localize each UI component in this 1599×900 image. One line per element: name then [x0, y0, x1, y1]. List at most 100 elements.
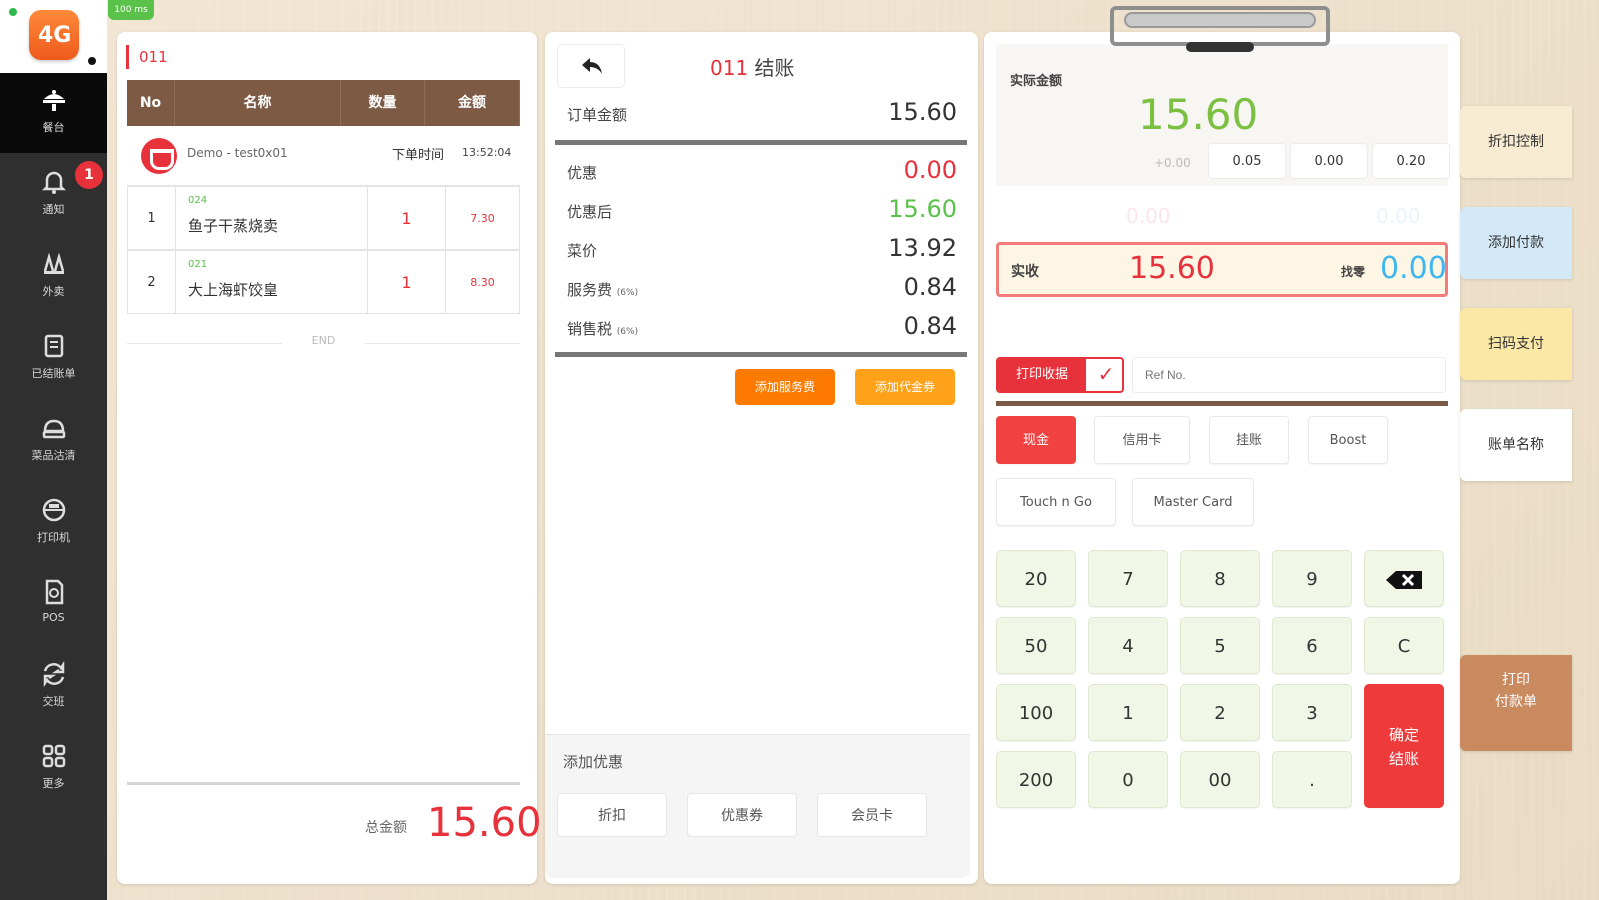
summary-label: 服务费 (6%)	[567, 279, 638, 300]
row-name-cell: 021 大上海虾饺皇	[176, 251, 368, 313]
summary-divider	[555, 140, 967, 145]
keypad-preset-20[interactable]: 20	[996, 550, 1076, 607]
payment-method-touch-n-go[interactable]: Touch n Go	[996, 478, 1116, 526]
summary-value: 0.00	[903, 156, 957, 184]
discount-percent-button[interactable]: 折扣	[557, 793, 667, 837]
faded-tender-row: 0.00 0.00	[996, 194, 1448, 240]
sidebar-item-shift[interactable]: 交班	[0, 647, 107, 727]
keypad-key-00[interactable]: 00	[1180, 751, 1260, 808]
payment-method-boost[interactable]: Boost	[1308, 416, 1388, 464]
keypad-preset-100[interactable]: 100	[996, 684, 1076, 741]
quick-amount-chip[interactable]: 0.00	[1290, 143, 1368, 179]
checkout-title-text: 结账	[754, 56, 795, 80]
quick-amount-chip[interactable]: 0.20	[1372, 143, 1450, 179]
sidebar-item-label: 已结账单	[31, 367, 76, 380]
shift-handover-icon	[43, 660, 64, 688]
payment-method-account[interactable]: 挂账	[1209, 416, 1289, 464]
sidebar-item-sold-out[interactable]: 菜品沽清	[0, 401, 107, 481]
row-no: 2	[128, 251, 176, 313]
reference-number-input[interactable]	[1132, 357, 1446, 393]
received-value: 15.60	[1129, 251, 1215, 286]
payment-method-master-card[interactable]: Master Card	[1132, 478, 1254, 526]
checkout-panel: 011 结账 订单金额 15.60 优惠 0.00 优惠后 15.60 菜价 1…	[545, 32, 978, 884]
add-payment-button[interactable]: 添加付款	[1460, 207, 1572, 279]
sidebar-item-pos[interactable]: POS	[0, 565, 107, 645]
confirm-checkout-button[interactable]: 确定 结账	[1364, 684, 1444, 808]
row-qty: 1	[368, 187, 446, 249]
keypad-key-8[interactable]: 8	[1180, 550, 1260, 607]
discount-control-button[interactable]: 折扣控制	[1460, 106, 1572, 178]
back-button[interactable]	[557, 44, 625, 88]
change-label: 找零	[1341, 265, 1366, 279]
bill-name-button[interactable]: 账单名称	[1460, 409, 1572, 481]
keypad-preset-200[interactable]: 200	[996, 751, 1076, 808]
summary-label-text: 服务费	[567, 281, 613, 299]
quick-amount-chip[interactable]: 0.05	[1208, 143, 1286, 179]
keypad-clear-button[interactable]: C	[1364, 617, 1444, 674]
backspace-icon	[1386, 571, 1422, 589]
sidebar-item-label: 菜品沽清	[31, 449, 76, 462]
sidebar-item-closed-bills[interactable]: 已结账单	[0, 319, 107, 399]
sidebar-item-label: 餐台	[42, 121, 65, 134]
sidebar-item-notifications[interactable]: 通知 1	[0, 155, 107, 235]
keypad-key-4[interactable]: 4	[1088, 617, 1168, 674]
faded-value-left: 0.00	[1126, 204, 1171, 228]
summary-value: 15.60	[888, 98, 957, 126]
add-voucher-button[interactable]: 添加代金券	[855, 369, 955, 405]
coupon-button[interactable]: 优惠券	[687, 793, 797, 837]
online-status-dot	[9, 8, 17, 16]
row-amount: 7.30	[470, 212, 495, 225]
payment-method-credit-card[interactable]: 信用卡	[1094, 416, 1190, 464]
keypad-key-6[interactable]: 6	[1272, 617, 1352, 674]
payment-method-cash[interactable]: 现金	[996, 416, 1076, 464]
sidebar-item-label: 打印机	[37, 531, 70, 544]
summary-label: 订单金额	[567, 106, 628, 124]
total-divider	[127, 782, 520, 785]
keypad-key-3[interactable]: 3	[1272, 684, 1352, 741]
keypad-key-2[interactable]: 2	[1180, 684, 1260, 741]
change-value: 0.00	[1380, 251, 1447, 286]
scan-pay-button[interactable]: 扫码支付	[1460, 308, 1572, 380]
takeaway-icon	[43, 252, 64, 274]
summary-row-after-discount: 优惠后 15.60	[567, 195, 957, 225]
sidebar-item-tables[interactable]: 餐台	[0, 73, 107, 153]
received-amount-box[interactable]: 实收 15.60 找零 0.00	[996, 242, 1448, 297]
sidebar-item-printer[interactable]: 打印机	[0, 483, 107, 563]
summary-value: 0.84	[903, 273, 957, 301]
table-row[interactable]: 1 024 鱼子干蒸烧卖 1 7.30	[127, 186, 520, 250]
pos-icon	[45, 579, 63, 605]
keypad-backspace-button[interactable]	[1364, 550, 1444, 607]
clipboard-clip	[1110, 6, 1330, 52]
app-logo: 4G	[29, 10, 79, 60]
keypad-key-decimal[interactable]: .	[1272, 751, 1352, 808]
print-slip-line1: 打印	[1502, 672, 1530, 688]
keypad-preset-50[interactable]: 50	[996, 617, 1076, 674]
sidebar-item-takeaway[interactable]: 外卖	[0, 237, 107, 317]
amount-due-area: 实际金额 15.60 +0.00 0.05 0.00 0.20	[996, 44, 1450, 186]
column-header-amount: 金额	[425, 80, 520, 126]
print-payment-slip-button[interactable]: 打印 付款单	[1460, 655, 1572, 751]
keypad-key-1[interactable]: 1	[1088, 684, 1168, 741]
summary-divider	[555, 352, 967, 357]
sidebar-item-label: 外卖	[42, 285, 65, 298]
keypad-key-7[interactable]: 7	[1088, 550, 1168, 607]
summary-note: (6%)	[616, 288, 639, 298]
order-time-label: 下单时间	[392, 148, 445, 163]
keypad-key-9[interactable]: 9	[1272, 550, 1352, 607]
add-service-charge-button[interactable]: 添加服务费	[735, 369, 835, 405]
row-name: 大上海虾饺皇	[188, 281, 279, 299]
member-card-button[interactable]: 会员卡	[817, 793, 927, 837]
order-time: 13:52:04	[462, 146, 512, 159]
keypad-key-0[interactable]: 0	[1088, 751, 1168, 808]
amount-due-value: 15.60	[1138, 90, 1259, 139]
print-receipt-toggle[interactable]: 打印收据 ✓	[996, 357, 1124, 393]
table-row[interactable]: 2 021 大上海虾饺皇 1 8.30	[127, 250, 520, 314]
print-receipt-label: 打印收据	[998, 359, 1086, 391]
sidebar-item-more[interactable]: 更多	[0, 729, 107, 809]
print-slip-line2: 付款单	[1495, 694, 1537, 710]
summary-row-order-amount: 订单金额 15.60	[567, 98, 957, 128]
keypad-key-5[interactable]: 5	[1180, 617, 1260, 674]
summary-label: 销售税 (6%)	[567, 318, 638, 339]
summary-label: 优惠后	[567, 203, 613, 221]
summary-label-text: 销售税	[567, 320, 613, 338]
